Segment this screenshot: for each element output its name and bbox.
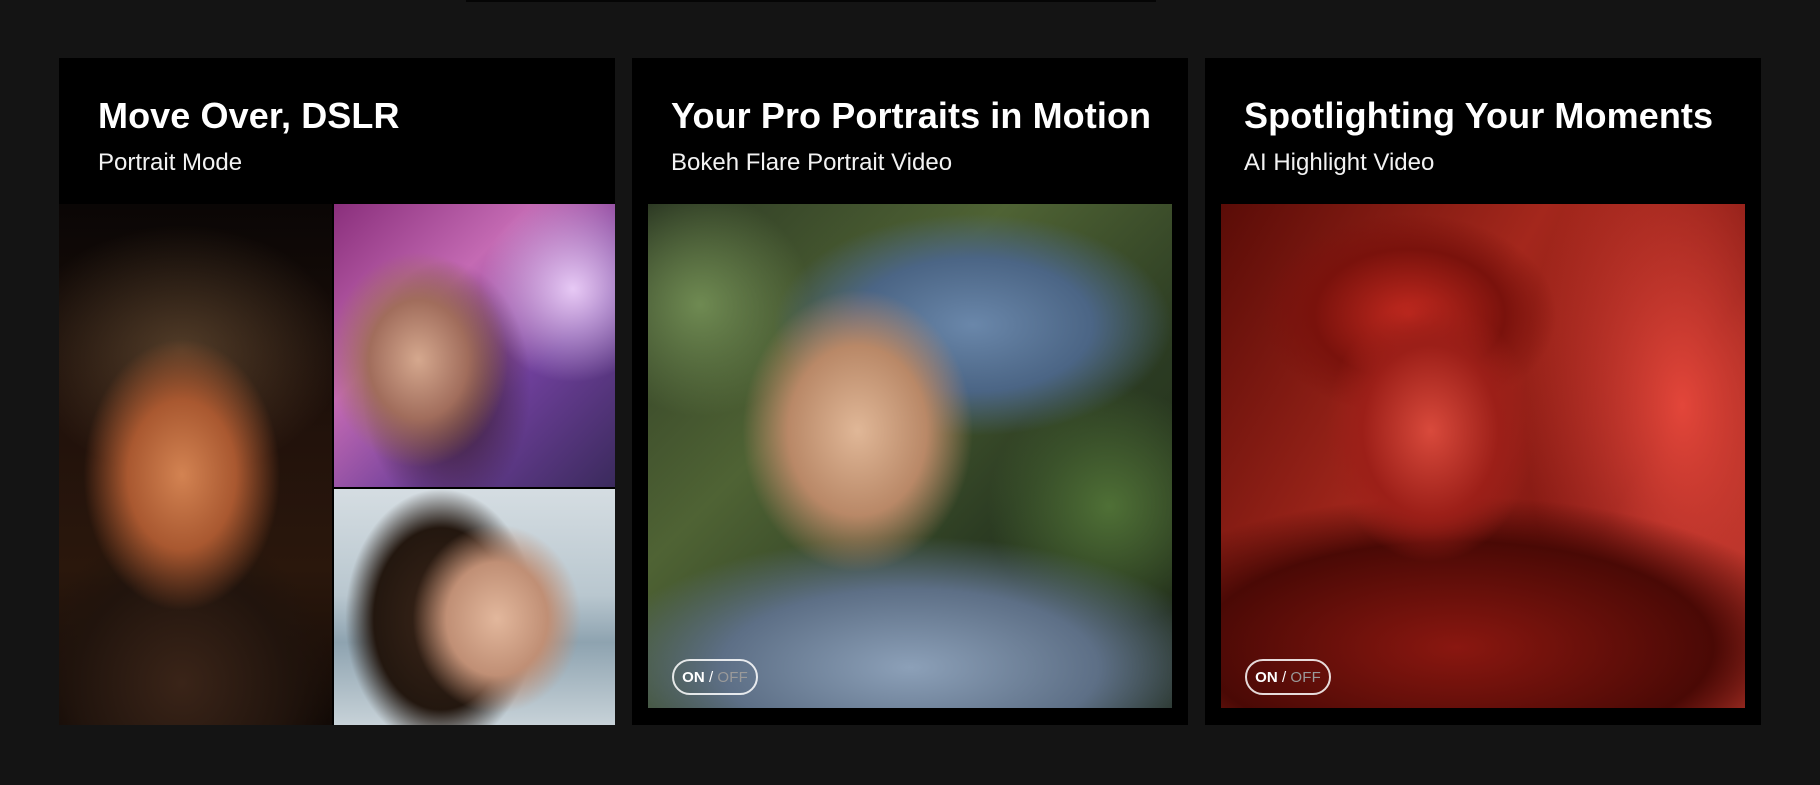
- top-divider: [466, 0, 1156, 2]
- on-off-toggle[interactable]: ON / OFF: [672, 659, 758, 695]
- card-subtitle: Bokeh Flare Portrait Video: [671, 149, 953, 176]
- card-title: Move Over, DSLR: [98, 95, 400, 136]
- card-ai-highlight-video: Spotlighting Your Moments AI Highlight V…: [1205, 58, 1761, 725]
- toggle-on-label: ON: [682, 668, 705, 686]
- portrait-photo-seaside: [334, 489, 615, 725]
- portrait-photo-sparkler: [59, 204, 332, 725]
- card-portrait-mode: Move Over, DSLR Portrait Mode: [59, 58, 615, 725]
- toggle-off-label: OFF: [1290, 668, 1321, 686]
- toggle-separator: /: [708, 668, 714, 686]
- toggle-separator: /: [1281, 668, 1287, 686]
- card-title: Spotlighting Your Moments: [1244, 95, 1714, 136]
- on-off-toggle[interactable]: ON / OFF: [1245, 659, 1331, 695]
- bokeh-portrait-video[interactable]: [648, 204, 1172, 708]
- card-subtitle: AI Highlight Video: [1244, 149, 1435, 176]
- toggle-off-label: OFF: [717, 668, 748, 686]
- feature-showcase-page: Move Over, DSLR Portrait Mode Your Pro P…: [0, 0, 1820, 785]
- portrait-photo-neon-lights: [334, 204, 615, 487]
- highlight-portrait-video[interactable]: [1221, 204, 1745, 708]
- toggle-on-label: ON: [1255, 668, 1278, 686]
- card-bokeh-flare-video: Your Pro Portraits in Motion Bokeh Flare…: [632, 58, 1188, 725]
- card-title: Your Pro Portraits in Motion: [671, 95, 1152, 136]
- card-subtitle: Portrait Mode: [98, 149, 243, 176]
